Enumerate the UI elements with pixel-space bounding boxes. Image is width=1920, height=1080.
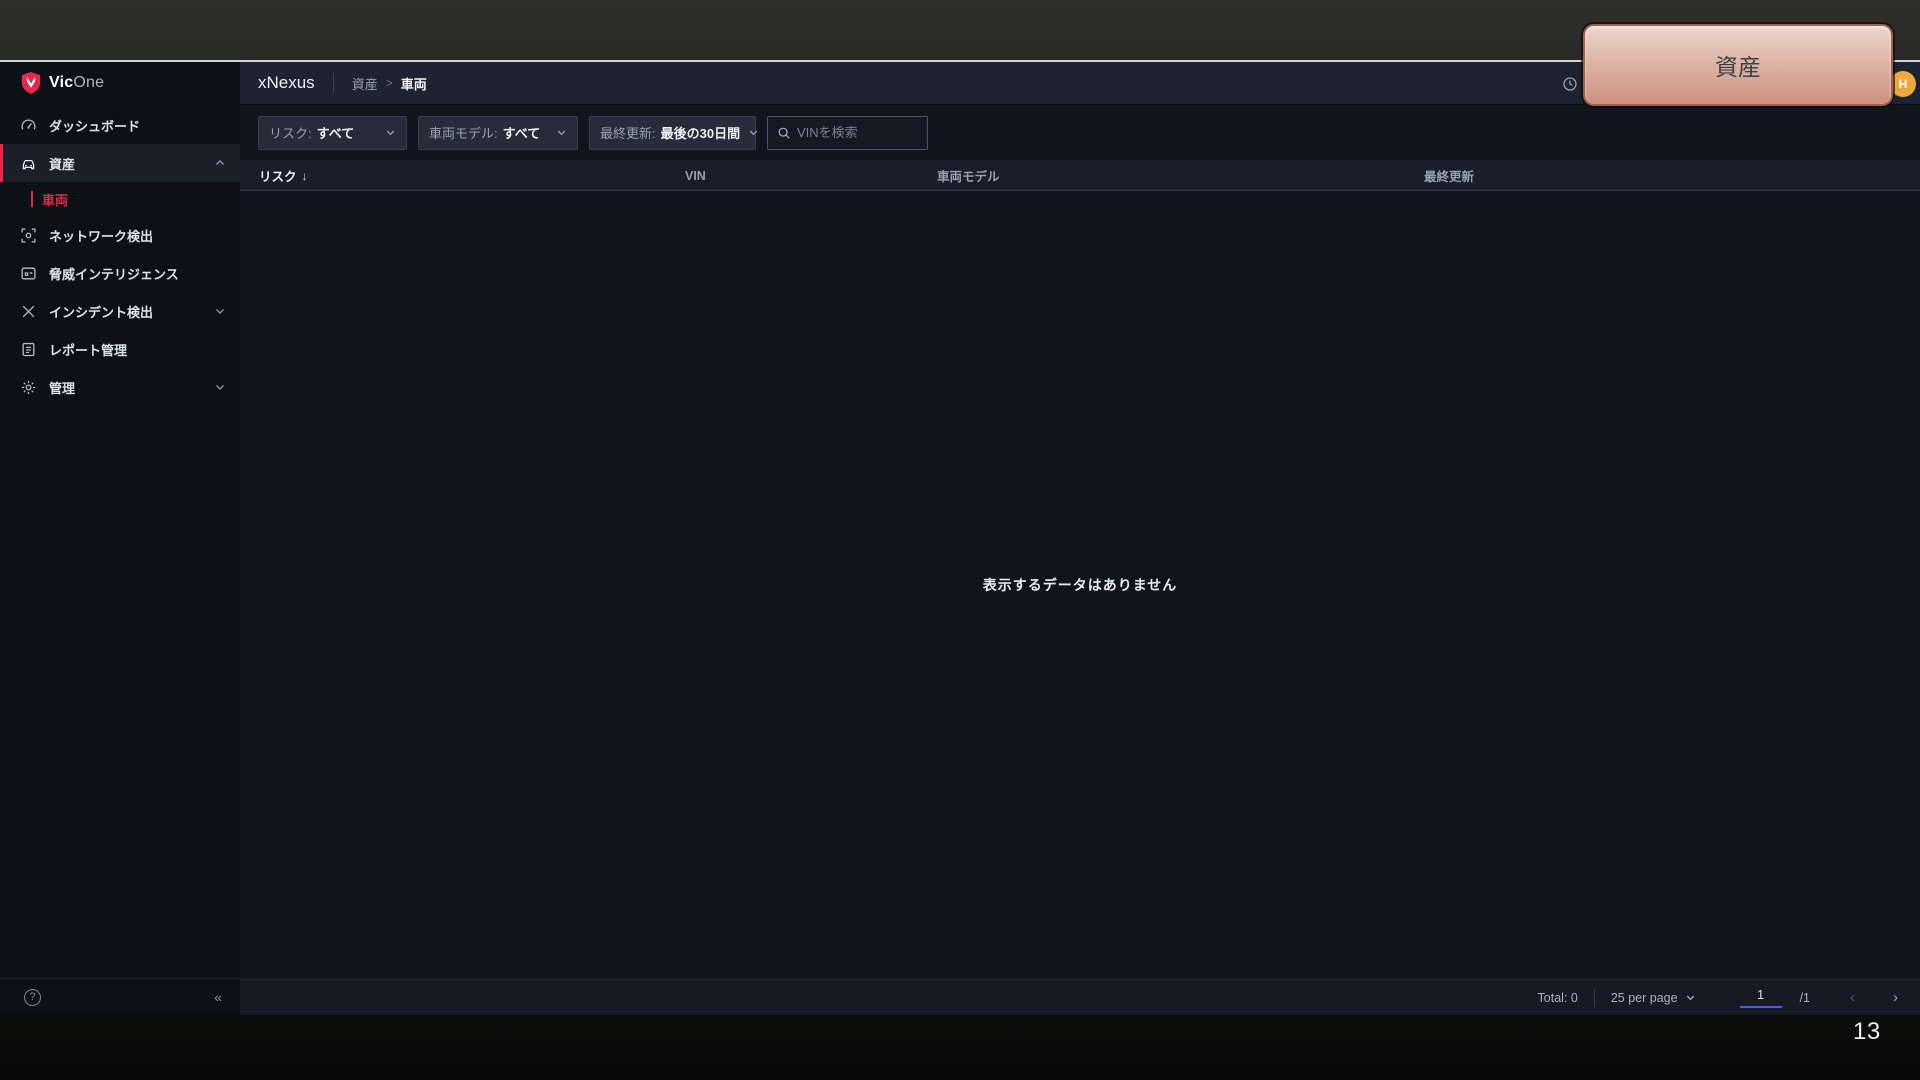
brand-logo: VicOne [0,62,240,104]
page-total: /1 [1799,990,1810,1005]
sidebar-item-label: ダッシュボード [49,118,141,134]
table-body-empty: 表示するデータはありません [240,191,1920,979]
vicone-shield-icon [21,72,41,94]
column-header-vehicle-model[interactable]: 車両モデル [937,160,1000,191]
incident-x-icon [20,303,37,320]
sidebar-item-threat-intelligence[interactable]: 脅威インテリジェンス [0,254,240,292]
sidebar-item-label: レポート管理 [49,342,128,358]
network-scan-icon [20,227,37,244]
assets-tooltip: 資産 [1583,24,1893,106]
sidebar-subitem-label: 車両 [42,192,69,208]
dashboard-gauge-icon [20,117,37,134]
threat-intel-icon [20,265,37,282]
gear-icon [20,379,37,396]
vin-search-input[interactable] [797,125,918,140]
filter-value: すべて [502,126,541,141]
risk-filter-dropdown[interactable]: リスク: すべて [258,115,407,150]
column-header-risk[interactable]: リスク ↓ [259,160,308,191]
filter-bar: リスク: すべて 車両モデル: すべて 最終更新: 最後の30日間 [240,105,1920,160]
sidebar-footer: ? « [0,978,240,1015]
breadcrumb-current-page: 車両 [400,76,427,92]
tooltip-label: 資産 [1715,54,1761,80]
main-area: xNexus 資産 > 車両 2 H リスク: すべて 車両モデル: すべて [240,62,1920,1015]
breadcrumb-section[interactable]: 資産 [352,74,378,93]
column-header-last-updated[interactable]: 最終更新 [1424,160,1474,191]
sidebar-item-incident-detection[interactable]: インシデント検出 [0,292,240,330]
search-icon [777,126,791,140]
pagination-bar: Total: 0 25 per page 1 /1 ‹ › [240,979,1920,1015]
active-indicator-bar [31,191,33,207]
collapse-sidebar-icon[interactable]: « [214,989,222,1005]
sidebar-item-label: 資産 [49,156,76,172]
chevron-down-icon [214,381,226,393]
sort-desc-icon: ↓ [301,168,308,183]
sidebar-item-network-detection[interactable]: ネットワーク検出 [0,216,240,254]
empty-state-message: 表示するデータはありません [982,577,1178,593]
sidebar-item-dashboard[interactable]: ダッシュボード [0,106,240,144]
previous-page-button[interactable]: ‹ [1850,989,1855,1006]
clock-icon [1563,76,1577,91]
chevron-down-icon [214,305,226,317]
app-title: xNexus [258,73,315,92]
sidebar-subitem-vehicles[interactable]: 車両 [0,182,240,216]
slide-page-number: 13 [1853,1018,1881,1045]
sidebar: VicOne ダッシュボード 資産 車両 ネットワーク検出 脅威インテリジェンス… [0,62,240,1015]
sidebar-item-assets[interactable]: 資産 [0,144,240,182]
user-avatar[interactable]: H [1890,71,1916,97]
filter-label: 最終更新: [600,126,656,141]
filter-value: 最後の30日間 [660,126,741,141]
help-icon[interactable]: ? [24,988,41,1006]
sidebar-item-label: 脅威インテリジェンス [49,266,179,282]
brand-name: VicOne [49,74,105,91]
breadcrumb-separator: > [385,76,393,90]
sidebar-nav: ダッシュボード 資産 車両 ネットワーク検出 脅威インテリジェンス インシデント… [0,104,240,978]
filter-label: リスク: [269,126,312,141]
sidebar-item-admin[interactable]: 管理 [0,368,240,406]
chevron-down-icon [548,127,567,138]
sidebar-item-label: ネットワーク検出 [49,228,154,244]
chevron-up-icon [214,157,226,169]
next-page-button[interactable]: › [1893,989,1898,1006]
app-window: VicOne ダッシュボード 資産 車両 ネットワーク検出 脅威インテリジェンス… [0,60,1920,1015]
vin-search-box [767,115,928,150]
sidebar-item-report-management[interactable]: レポート管理 [0,330,240,368]
page-size-selector[interactable]: 25 per page [1611,991,1696,1005]
table-header: リスク ↓ VIN 車両モデル 最終更新 [240,160,1920,191]
car-icon [20,155,37,172]
chevron-down-icon [377,127,396,138]
column-header-vin[interactable]: VIN [685,160,706,191]
filter-value: すべて [316,126,355,141]
report-icon [20,341,37,358]
filter-label: 車両モデル: [429,126,498,141]
total-count: Total: 0 [1537,990,1578,1005]
vehicle-model-filter-dropdown[interactable]: 車両モデル: すべて [418,115,578,150]
sidebar-item-label: インシデント検出 [49,304,154,320]
sidebar-item-label: 管理 [49,380,76,396]
header-divider [332,73,334,93]
current-page-input[interactable]: 1 [1739,988,1782,1008]
chevron-down-icon [740,127,759,138]
last-updated-filter-dropdown[interactable]: 最終更新: 最後の30日間 [589,115,759,150]
chevron-down-icon [1685,992,1696,1003]
pagination-divider [1593,988,1595,1007]
